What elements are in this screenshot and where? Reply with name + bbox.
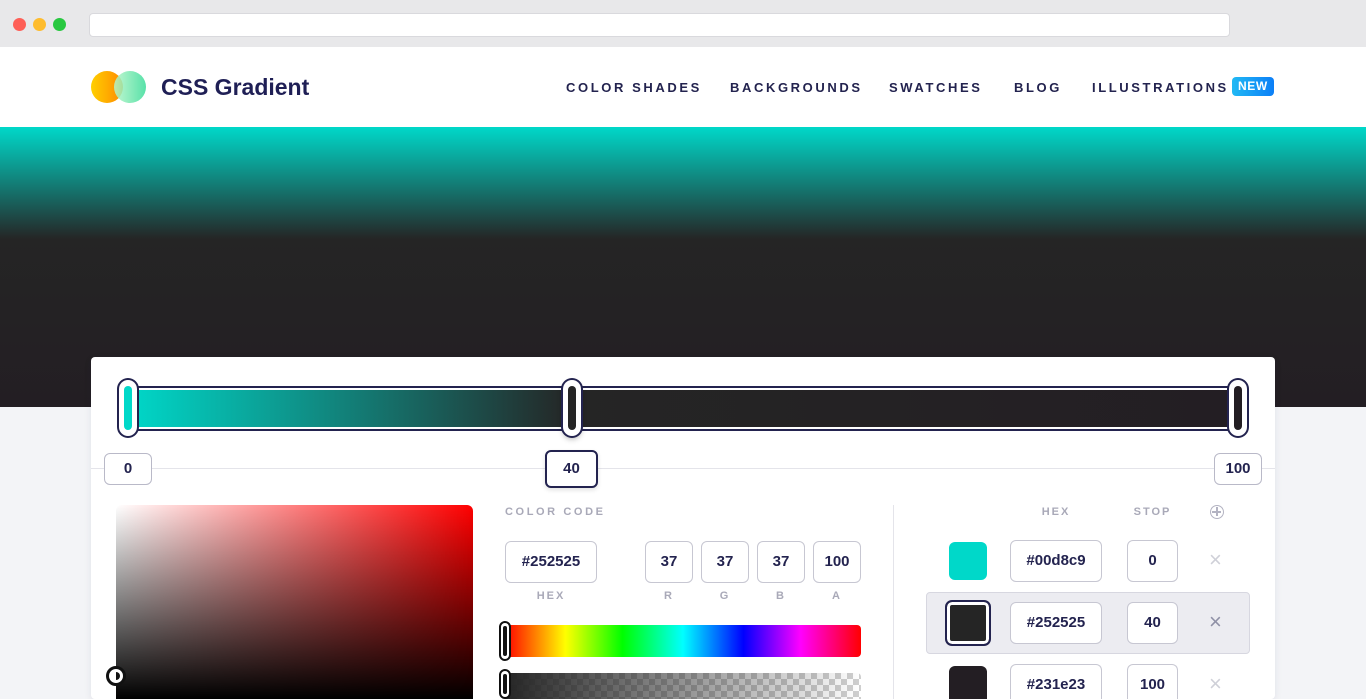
alpha-slider-thumb[interactable] bbox=[499, 669, 511, 699]
nav-illustrations[interactable]: ILLUSTRATIONS bbox=[1092, 80, 1229, 95]
stop-position-100[interactable]: 100 bbox=[1214, 453, 1262, 485]
new-badge: NEW bbox=[1232, 77, 1274, 96]
stop-swatch-0[interactable] bbox=[949, 542, 987, 580]
panel-divider bbox=[893, 505, 894, 699]
picker-thumb[interactable] bbox=[106, 666, 126, 686]
nav-blog[interactable]: BLOG bbox=[1014, 80, 1062, 95]
add-stop-icon[interactable] bbox=[1210, 505, 1224, 519]
stop-hex-0[interactable]: #00d8c9 bbox=[1010, 540, 1102, 582]
hue-slider[interactable] bbox=[505, 625, 861, 657]
stop-value-40[interactable]: 40 bbox=[1127, 602, 1178, 644]
b-input[interactable]: 37 bbox=[757, 541, 805, 583]
a-label: A bbox=[832, 590, 842, 602]
stop-value-0[interactable]: 0 bbox=[1127, 540, 1178, 582]
stop-position-40[interactable]: 40 bbox=[545, 450, 598, 488]
r-label: R bbox=[664, 590, 674, 602]
hex-column-header: HEX bbox=[1041, 506, 1071, 518]
color-code-label: COLOR CODE bbox=[505, 506, 606, 518]
stop-swatch-100[interactable] bbox=[949, 666, 987, 699]
alpha-slider[interactable] bbox=[505, 673, 861, 699]
address-bar[interactable] bbox=[89, 13, 1230, 37]
site-header: CSS Gradient COLOR SHADES BACKGROUNDS SW… bbox=[0, 47, 1366, 127]
r-input[interactable]: 37 bbox=[645, 541, 693, 583]
nav-swatches[interactable]: SWATCHES bbox=[889, 80, 983, 95]
stop-handle-100[interactable] bbox=[1229, 380, 1247, 436]
logo-icon[interactable] bbox=[91, 71, 147, 103]
maximize-window-icon[interactable] bbox=[53, 18, 66, 31]
stop-handle-40[interactable] bbox=[563, 380, 581, 436]
browser-chrome bbox=[0, 0, 1366, 47]
a-input[interactable]: 100 bbox=[813, 541, 861, 583]
gradient-bar[interactable] bbox=[127, 386, 1238, 431]
g-input[interactable]: 37 bbox=[701, 541, 749, 583]
stop-value-100[interactable]: 100 bbox=[1127, 664, 1178, 699]
close-window-icon[interactable] bbox=[13, 18, 26, 31]
stop-column-header: STOP bbox=[1133, 506, 1172, 518]
remove-stop-100-icon[interactable]: × bbox=[1209, 671, 1222, 697]
brand-name[interactable]: CSS Gradient bbox=[161, 74, 309, 101]
stop-hex-40[interactable]: #252525 bbox=[1010, 602, 1102, 644]
stop-swatch-40[interactable] bbox=[945, 600, 991, 646]
stop-handle-0[interactable] bbox=[119, 380, 137, 436]
nav-backgrounds[interactable]: BACKGROUNDS bbox=[730, 80, 863, 95]
g-label: G bbox=[719, 590, 731, 602]
stop-track-line bbox=[91, 468, 1275, 469]
b-label: B bbox=[776, 590, 786, 602]
hue-slider-thumb[interactable] bbox=[499, 621, 511, 661]
nav-color-shades[interactable]: COLOR SHADES bbox=[566, 80, 702, 95]
saturation-value-picker[interactable] bbox=[116, 505, 473, 699]
stop-hex-100[interactable]: #231e23 bbox=[1010, 664, 1102, 699]
remove-stop-40-icon[interactable]: × bbox=[1209, 609, 1222, 635]
stop-position-0[interactable]: 0 bbox=[104, 453, 152, 485]
remove-stop-0-icon[interactable]: × bbox=[1209, 547, 1222, 573]
hex-label: HEX bbox=[536, 590, 566, 602]
hex-input[interactable]: #252525 bbox=[505, 541, 597, 583]
minimize-window-icon[interactable] bbox=[33, 18, 46, 31]
